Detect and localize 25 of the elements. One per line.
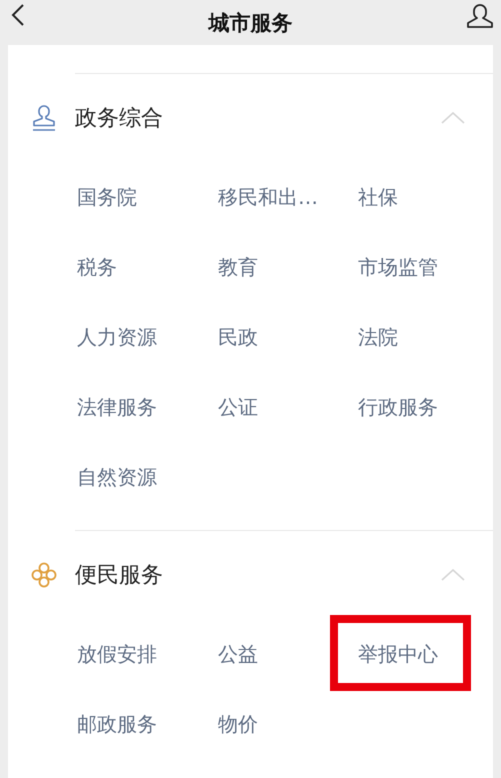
service-link[interactable]: 市场监管 <box>358 254 438 280</box>
back-icon[interactable] <box>11 3 25 27</box>
service-link[interactable]: 物价 <box>218 710 258 738</box>
service-link[interactable]: 举报中心 <box>358 640 438 668</box>
service-link[interactable]: 自然资源 <box>77 464 157 490</box>
service-link[interactable]: 人力资源 <box>77 324 157 350</box>
service-link[interactable]: 国务院 <box>77 184 137 210</box>
section-title: 政务综合 <box>75 105 164 133</box>
service-link[interactable]: 民政 <box>218 324 258 350</box>
clover-icon <box>30 561 58 589</box>
service-link[interactable]: 公证 <box>218 394 258 420</box>
person-icon[interactable] <box>465 3 495 29</box>
service-link[interactable]: 公益 <box>218 640 258 668</box>
service-link[interactable]: 教育 <box>218 254 258 280</box>
service-link[interactable]: 税务 <box>77 254 117 280</box>
service-link[interactable]: 放假安排 <box>77 640 157 668</box>
stamp-icon <box>30 104 58 132</box>
service-link[interactable]: 邮政服务 <box>77 710 157 738</box>
service-link[interactable]: 社保 <box>358 184 398 210</box>
page-title: 城市服务 <box>208 10 292 36</box>
service-link[interactable]: 移民和出… <box>218 184 318 210</box>
service-link[interactable]: 法律服务 <box>77 394 157 420</box>
service-link[interactable]: 行政服务 <box>358 394 438 420</box>
service-link[interactable]: 法院 <box>358 324 398 350</box>
section-title: 便民服务 <box>75 562 164 590</box>
